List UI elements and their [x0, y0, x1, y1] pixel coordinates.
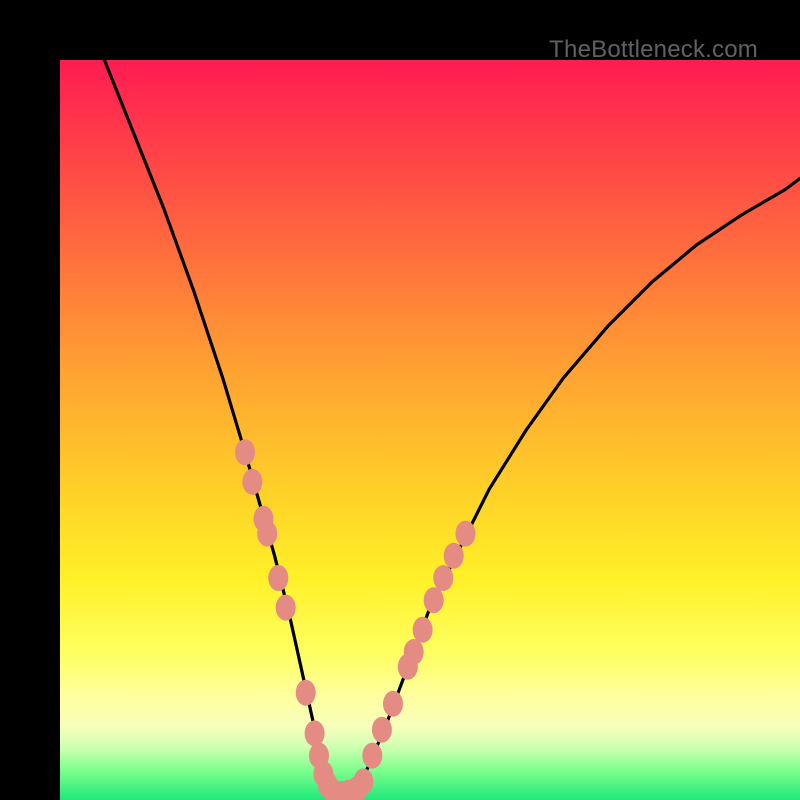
marker-dot [276, 595, 296, 621]
bottleneck-curve [104, 60, 800, 796]
plot-area [60, 60, 800, 800]
marker-dot [444, 543, 464, 569]
marker-dot [362, 743, 382, 769]
marker-dot [257, 521, 277, 547]
curve-layer [60, 60, 800, 800]
marker-dot [268, 565, 288, 591]
marker-dot [433, 565, 453, 591]
marker-dots [235, 439, 476, 800]
marker-dot [353, 769, 373, 795]
marker-dot [456, 521, 476, 547]
marker-dot [372, 717, 392, 743]
marker-dot [383, 691, 403, 717]
marker-dot [305, 720, 325, 746]
marker-dot [235, 439, 255, 465]
watermark-text: TheBottleneck.com [549, 36, 758, 64]
marker-dot [424, 587, 444, 613]
marker-dot [296, 680, 316, 706]
marker-dot [413, 617, 433, 643]
curve-line [104, 60, 800, 796]
marker-dot [404, 639, 424, 665]
chart-frame: TheBottleneck.com [0, 0, 800, 800]
marker-dot [242, 469, 262, 495]
